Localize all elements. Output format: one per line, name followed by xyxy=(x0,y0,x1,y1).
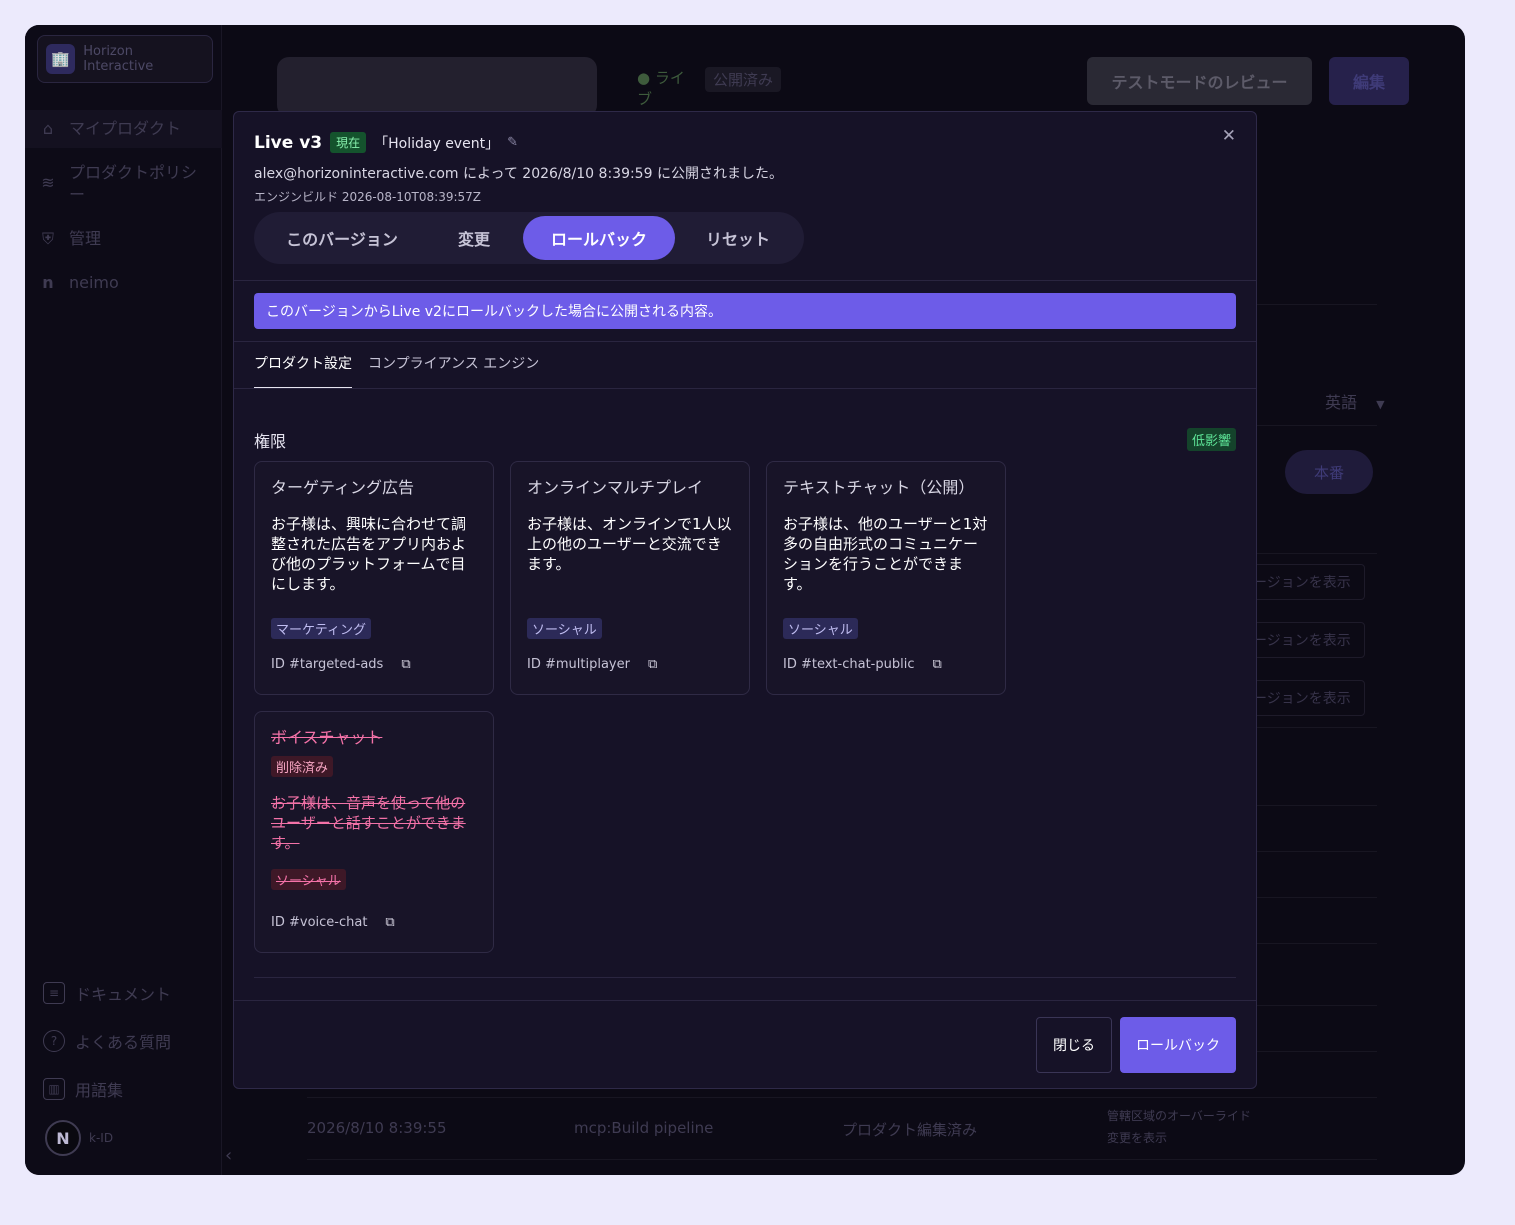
modal-header: Live v3 現在 「Holiday event」 ✎ alex@horizo… xyxy=(254,132,1236,205)
tab-rollback[interactable]: ロールバック xyxy=(523,216,675,260)
sidebar-item-documents[interactable]: ≡ ドキュメント xyxy=(43,969,213,1017)
view-changes-link[interactable]: 変更を表示 xyxy=(1107,1131,1167,1145)
document-icon: ≡ xyxy=(43,982,65,1004)
rollback-info-banner: このバージョンからLive v2にロールバックした場合に公開される内容。 xyxy=(254,293,1236,329)
version-segmented-control: このバージョン 変更 ロールバック リセット xyxy=(254,212,804,264)
live-status: ● ライブ xyxy=(637,69,685,108)
section-title: 権限 xyxy=(254,432,287,451)
copy-icon[interactable]: ⧉ xyxy=(648,657,657,672)
card-title: テキストチャット（公開） xyxy=(783,478,975,497)
card-id: ID #targeted-ads ⧉ xyxy=(271,657,411,672)
tab-changes[interactable]: 変更 xyxy=(430,216,518,260)
copy-icon[interactable]: ⧉ xyxy=(385,915,394,930)
test-mode-review-button[interactable]: テストモードのレビュー xyxy=(1087,57,1312,105)
org-name: Horizon Interactive xyxy=(83,44,154,74)
divider xyxy=(307,1097,1377,1098)
sidebar-item-glossary[interactable]: ▥ 用語集 xyxy=(43,1065,213,1113)
footer-divider xyxy=(234,1000,1256,1001)
removed-permission-card: ボイスチャット 削除済み お子様は、音声を使って他のユーザーと話すことができます… xyxy=(254,711,494,953)
n-icon: n xyxy=(42,273,54,292)
book-icon: ▥ xyxy=(43,1078,65,1100)
category-tag: ソーシャル xyxy=(527,618,602,639)
chevron-down-icon: ▼ xyxy=(1376,398,1385,411)
rollback-button[interactable]: ロールバック xyxy=(1120,1017,1236,1073)
avatar: N xyxy=(45,1120,81,1156)
engine-build: エンジンビルド 2026-08-10T08:39:57Z xyxy=(254,190,481,204)
removed-badge: 削除済み xyxy=(271,756,334,777)
card-id: ID #voice-chat ⧉ xyxy=(271,915,395,930)
sidebar-bottom-nav: ≡ ドキュメント ? よくある質問 ▥ 用語集 xyxy=(43,969,213,1113)
card-id: ID #text-chat-public ⧉ xyxy=(783,657,942,672)
category-tag: マーケティング xyxy=(271,618,371,639)
sidebar: 🏢 Horizon Interactive ⌂ マイプロダクト ≋ プロダクトポ… xyxy=(25,25,222,1175)
product-thumbnail xyxy=(277,57,597,117)
card-description: お子様は、オンラインで1人以上の他のユーザーと交流できます。 xyxy=(527,515,732,573)
card-description: お子様は、音声を使って他のユーザーと話すことができます。 xyxy=(271,794,466,852)
card-id: ID #multiplayer ⧉ xyxy=(527,657,658,672)
permission-card: テキストチャット（公開） お子様は、他のユーザーと1対多の自由形式のコミュニケー… xyxy=(766,461,1006,695)
org-switcher[interactable]: 🏢 Horizon Interactive xyxy=(37,35,213,83)
permission-card: ターゲティング広告 お子様は、興味に合わせて調整された広告をアプリ内および他のプ… xyxy=(254,461,494,695)
user-label: k-ID xyxy=(89,1131,114,1145)
pencil-icon[interactable]: ✎ xyxy=(507,135,518,150)
tab-reset[interactable]: リセット xyxy=(682,216,794,260)
copy-icon[interactable]: ⧉ xyxy=(401,657,410,672)
divider xyxy=(254,977,1236,978)
copy-icon[interactable]: ⧉ xyxy=(932,657,941,672)
sidebar-item-neimo[interactable]: n neimo xyxy=(25,258,222,302)
card-description: お子様は、興味に合わせて調整された広告をアプリ内および他のプラットフォームで目に… xyxy=(271,515,467,593)
tab-this-version[interactable]: このバージョン xyxy=(266,216,418,260)
tab-product-settings[interactable]: プロダクト設定 xyxy=(254,342,352,389)
version-title: Live v3 xyxy=(254,132,323,153)
user-menu[interactable]: N k-ID xyxy=(45,1120,113,1156)
view-version-button[interactable]: ージョンを表示 xyxy=(1242,622,1365,658)
impact-badge: 低影響 xyxy=(1186,428,1236,451)
version-modal: Live v3 現在 「Holiday event」 ✎ alex@horizo… xyxy=(233,111,1257,1089)
category-tag: ソーシャル xyxy=(783,618,858,639)
close-button[interactable]: 閉じる xyxy=(1036,1017,1112,1073)
divider xyxy=(307,1159,1377,1160)
category-tag: ソーシャル xyxy=(271,869,346,890)
card-description: お子様は、他のユーザーと1対多の自由形式のコミュニケーションを行うことができます… xyxy=(783,515,988,593)
tab-compliance-engine[interactable]: コンプライアンス エンジン xyxy=(368,342,539,389)
sidebar-item-faq[interactable]: ? よくある質問 xyxy=(43,1017,213,1065)
sidebar-nav: ⌂ マイプロダクト ≋ プロダクトポリシー ⛨ 管理 n neimo xyxy=(25,110,222,302)
products-icon: ⌂ xyxy=(42,119,54,138)
published-badge: 公開済み xyxy=(705,67,782,92)
view-version-button[interactable]: ージョンを表示 xyxy=(1242,564,1365,600)
edit-button[interactable]: 編集 xyxy=(1329,57,1409,105)
help-icon: ? xyxy=(43,1030,65,1052)
language-select[interactable]: 英語 ▼ xyxy=(1325,389,1385,413)
card-title: オンラインマルチプレイ xyxy=(527,478,704,497)
production-toggle[interactable]: 本番 xyxy=(1285,450,1373,494)
divider xyxy=(234,280,1256,281)
close-icon[interactable]: ✕ xyxy=(1222,126,1236,146)
sidebar-item-admin[interactable]: ⛨ 管理 xyxy=(25,214,222,258)
current-badge: 現在 xyxy=(330,132,367,153)
card-title: ボイスチャット xyxy=(271,728,383,747)
sidebar-item-my-products[interactable]: ⌂ マイプロダクト xyxy=(25,110,222,148)
view-version-button[interactable]: ージョンを表示 xyxy=(1242,680,1365,716)
layers-icon: ≋ xyxy=(41,173,55,192)
card-title: ターゲティング広告 xyxy=(271,478,415,497)
building-icon: 🏢 xyxy=(46,44,76,74)
divider xyxy=(234,388,1256,389)
published-info: alex@horizoninteractive.com によって 2026/8/… xyxy=(254,166,783,182)
event-name: 「Holiday event」 xyxy=(374,135,500,152)
settings-tabs: プロダクト設定 コンプライアンス エンジン xyxy=(254,342,539,389)
sidebar-item-product-policy[interactable]: ≋ プロダクトポリシー xyxy=(25,148,222,214)
shield-icon: ⛨ xyxy=(41,229,54,248)
permission-card: オンラインマルチプレイ お子様は、オンラインで1人以上の他のユーザーと交流できま… xyxy=(510,461,750,695)
